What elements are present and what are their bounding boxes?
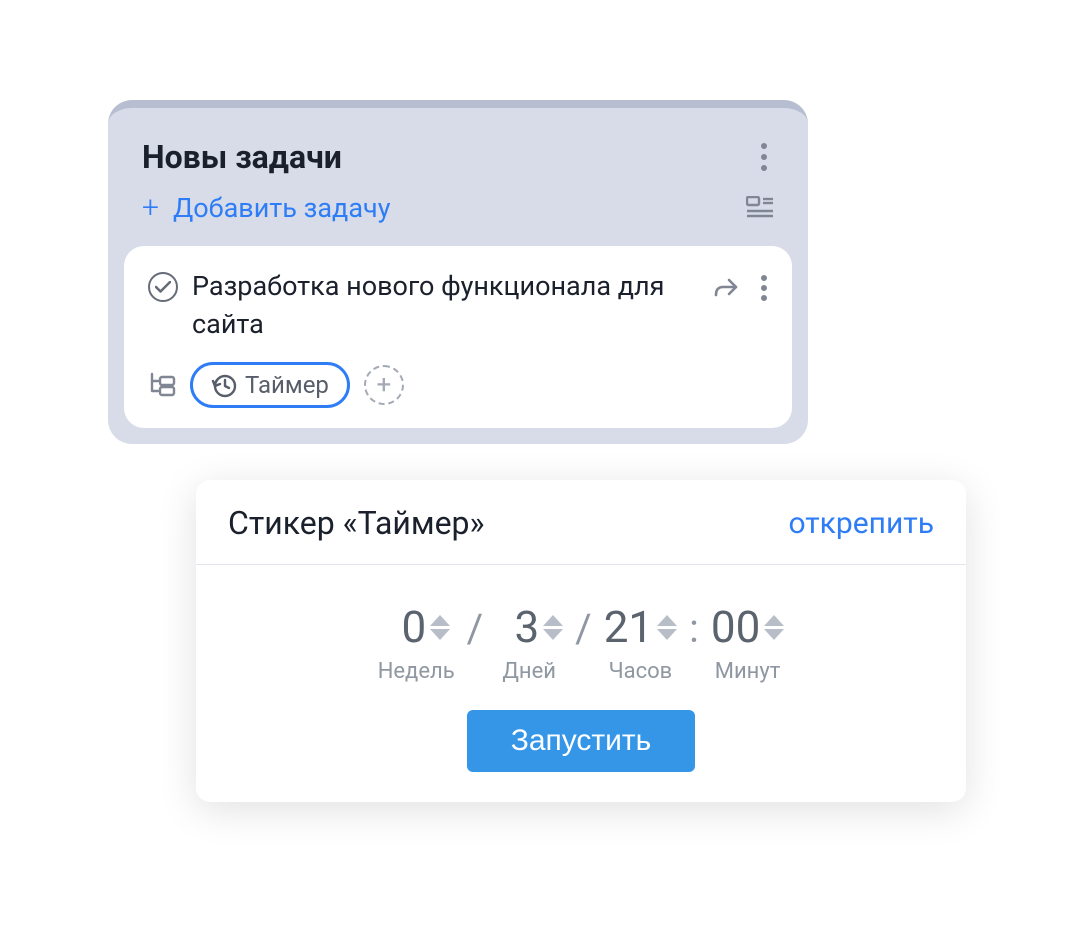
days-down[interactable] bbox=[543, 629, 563, 640]
add-sticker-button[interactable]: + bbox=[364, 365, 404, 405]
column-toolbar: + Добавить задачу bbox=[108, 192, 808, 246]
hours-label: Часов bbox=[609, 659, 673, 684]
weeks-value[interactable]: 0 bbox=[382, 601, 426, 653]
hours-up[interactable] bbox=[657, 615, 677, 626]
add-task-label: Добавить задачу bbox=[173, 192, 391, 224]
days-label: Дней bbox=[502, 659, 556, 684]
detach-link[interactable]: открепить bbox=[788, 506, 934, 541]
hours-down[interactable] bbox=[657, 629, 677, 640]
minutes-up[interactable] bbox=[764, 615, 784, 626]
popover-body: 0 Недель / 3 Дней bbox=[196, 565, 966, 802]
task-header-row: Разработка нового функционала для сайта bbox=[148, 268, 768, 344]
forward-icon[interactable] bbox=[714, 277, 740, 299]
hours-spinner bbox=[657, 615, 677, 640]
timer-chip[interactable]: Таймер bbox=[190, 362, 350, 408]
days-value[interactable]: 3 bbox=[495, 601, 539, 653]
task-menu-icon[interactable] bbox=[760, 274, 768, 302]
popover-title: Стикер «Таймер» bbox=[228, 504, 485, 542]
subtasks-icon[interactable] bbox=[148, 372, 176, 398]
minutes-down[interactable] bbox=[764, 629, 784, 640]
weeks-up[interactable] bbox=[430, 615, 450, 626]
minutes-label: Минут bbox=[715, 659, 781, 684]
weeks-unit: 0 Недель bbox=[378, 601, 455, 684]
separator-slash: / bbox=[467, 601, 484, 652]
minutes-unit: 00 Минут bbox=[711, 601, 784, 684]
timer-popover: Стикер «Таймер» открепить 0 Недель / 3 bbox=[196, 480, 966, 802]
add-task-button[interactable]: + Добавить задачу bbox=[142, 192, 390, 224]
complete-checkbox[interactable] bbox=[148, 272, 178, 302]
column-menu-icon[interactable] bbox=[754, 136, 774, 178]
separator-colon: : bbox=[689, 601, 699, 652]
separator-slash: / bbox=[575, 601, 592, 652]
task-actions bbox=[714, 274, 768, 302]
weeks-label: Недель bbox=[378, 659, 455, 684]
days-up[interactable] bbox=[543, 615, 563, 626]
plus-icon: + bbox=[142, 193, 159, 223]
popover-header: Стикер «Таймер» открепить bbox=[196, 480, 966, 565]
hours-unit: 21 Часов bbox=[604, 601, 677, 684]
minutes-spinner bbox=[764, 615, 784, 640]
start-button[interactable]: Запустить bbox=[467, 710, 696, 772]
column-header: Новы задачи bbox=[108, 108, 808, 192]
view-mode-icon[interactable] bbox=[746, 196, 774, 220]
task-footer-row: Таймер + bbox=[148, 362, 768, 408]
task-title: Разработка нового функционала для сайта bbox=[192, 268, 700, 344]
kanban-column: Новы задачи + Добавить задачу Разработка… bbox=[108, 100, 808, 444]
hours-value[interactable]: 21 bbox=[604, 601, 653, 653]
plus-icon: + bbox=[377, 372, 392, 398]
minutes-value[interactable]: 00 bbox=[711, 601, 760, 653]
weeks-spinner bbox=[430, 615, 450, 640]
days-unit: 3 Дней bbox=[495, 601, 563, 684]
days-spinner bbox=[543, 615, 563, 640]
timer-chip-label: Таймер bbox=[245, 371, 329, 399]
column-title: Новы задачи bbox=[142, 138, 342, 176]
weeks-down[interactable] bbox=[430, 629, 450, 640]
task-card[interactable]: Разработка нового функционала для сайта bbox=[124, 246, 792, 428]
time-input-row: 0 Недель / 3 Дней bbox=[228, 601, 934, 684]
